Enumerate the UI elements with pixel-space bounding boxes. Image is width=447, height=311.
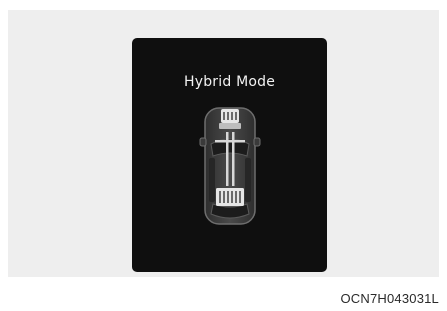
figure-code: OCN7H043031L xyxy=(340,291,439,306)
mode-title: Hybrid Mode xyxy=(183,74,276,90)
front-axle-line xyxy=(215,140,245,143)
engine-icon xyxy=(219,109,241,129)
battery-icon xyxy=(216,188,244,206)
car-top-view-icon xyxy=(199,107,261,225)
cluster-display: Hybrid Mode xyxy=(132,38,327,272)
